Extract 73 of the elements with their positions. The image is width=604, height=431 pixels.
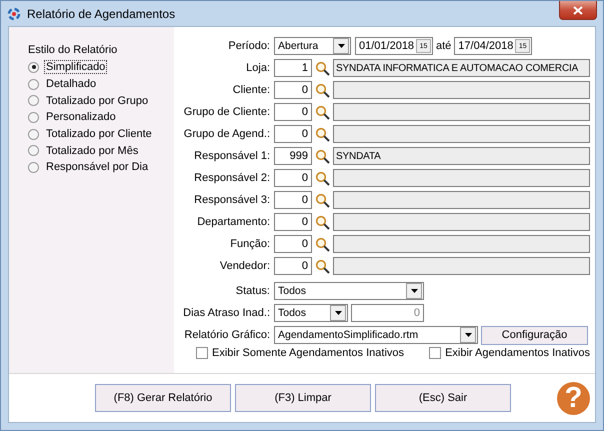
search-icon[interactable]: [315, 192, 330, 208]
code-field[interactable]: 0: [274, 125, 312, 143]
search-icon[interactable]: [315, 82, 330, 98]
radio-label[interactable]: Responsável por Dia: [44, 160, 150, 174]
radio-button[interactable]: [28, 145, 39, 156]
search-icon[interactable]: [315, 214, 330, 230]
field-label: Status:: [234, 285, 271, 297]
code-field[interactable]: 0: [274, 103, 312, 121]
close-button[interactable]: [559, 1, 597, 20]
field-label: Responsável 2:: [193, 172, 271, 184]
field-label: Grupo de Cliente:: [182, 106, 271, 118]
action-button[interactable]: (F3) Limpar: [235, 384, 371, 412]
search-icon[interactable]: [315, 258, 330, 274]
search-icon[interactable]: [315, 126, 330, 142]
group-title: Estilo do Relatório: [28, 44, 118, 56]
field-label: Responsável 1:: [193, 150, 271, 162]
close-icon: [573, 6, 583, 14]
field-label: Responsável 3:: [193, 194, 271, 206]
radio-label[interactable]: Totalizado por Grupo: [44, 94, 150, 108]
field-label: Grupo de Agend.:: [182, 128, 271, 140]
radio-label[interactable]: Totalizado por Mês: [44, 144, 140, 158]
search-icon[interactable]: [315, 148, 330, 164]
dropdown-arrow-icon: [410, 289, 418, 293]
report-file-dropdown[interactable]: AgendamentoSimplificado.rtm: [274, 326, 478, 344]
description-field: SYNDATA INFORMATICA E AUTOMACAO COMERCIA: [333, 59, 590, 77]
radio-button[interactable]: [28, 128, 39, 140]
date-separator: até: [435, 40, 452, 52]
code-field[interactable]: 0: [274, 257, 312, 275]
dropdown-arrow-icon: [464, 333, 472, 337]
code-field[interactable]: 0: [274, 191, 312, 209]
search-icon[interactable]: [315, 60, 330, 76]
action-button[interactable]: (F8) Gerar Relatório: [95, 384, 231, 412]
code-field[interactable]: 0: [274, 235, 312, 253]
search-icon[interactable]: [315, 104, 330, 120]
field-label: Vendedor:: [218, 260, 271, 272]
checkbox-label[interactable]: Exibir Agendamentos Inativos: [445, 347, 590, 359]
configuration-button[interactable]: Configuração: [481, 326, 588, 344]
period-dropdown[interactable]: Abertura: [274, 37, 351, 55]
window-title: Relatório de Agendamentos: [27, 6, 176, 20]
field-label: Período:: [227, 40, 271, 52]
field-label: Dias Atraso Inad.:: [182, 307, 271, 319]
dropdown-arrow-icon: [338, 44, 344, 48]
field-label: Função:: [229, 238, 271, 250]
radio-button[interactable]: [28, 78, 39, 90]
field-label: Departamento:: [196, 216, 271, 228]
code-field[interactable]: 0: [274, 169, 312, 187]
checkbox-label[interactable]: Exibir Somente Agendamentos Inativos: [212, 347, 404, 359]
radio-button[interactable]: [28, 112, 39, 123]
search-icon[interactable]: [315, 236, 330, 252]
search-icon[interactable]: [315, 170, 330, 186]
radio-label[interactable]: Simplificado: [44, 60, 108, 74]
radio-label[interactable]: Totalizado por Cliente: [44, 127, 154, 142]
radio-label[interactable]: Personalizado: [44, 110, 118, 124]
action-button[interactable]: (Esc) Sair: [375, 384, 511, 412]
days-field[interactable]: 0: [351, 304, 424, 322]
status-dropdown[interactable]: Todos: [274, 282, 424, 300]
radio-button[interactable]: [28, 62, 39, 73]
dropdown-arrow-icon: [334, 311, 342, 315]
field-label: Loja:: [245, 62, 271, 74]
overdue-dropdown[interactable]: Todos: [274, 304, 348, 322]
checkbox[interactable]: [429, 347, 442, 359]
code-field[interactable]: 0: [274, 213, 312, 231]
code-field[interactable]: 0: [274, 81, 312, 99]
app-icon: [7, 6, 21, 20]
field-label: Cliente:: [232, 84, 271, 96]
radio-button[interactable]: [28, 162, 39, 173]
code-field[interactable]: 999: [274, 147, 312, 165]
checkbox[interactable]: [196, 347, 208, 359]
code-field[interactable]: 1: [274, 59, 312, 77]
radio-label[interactable]: Detalhado: [44, 77, 98, 92]
description-field: SYNDATA: [333, 147, 590, 165]
radio-button[interactable]: [28, 95, 39, 106]
field-label: Relatório Gráfico:: [183, 329, 271, 341]
